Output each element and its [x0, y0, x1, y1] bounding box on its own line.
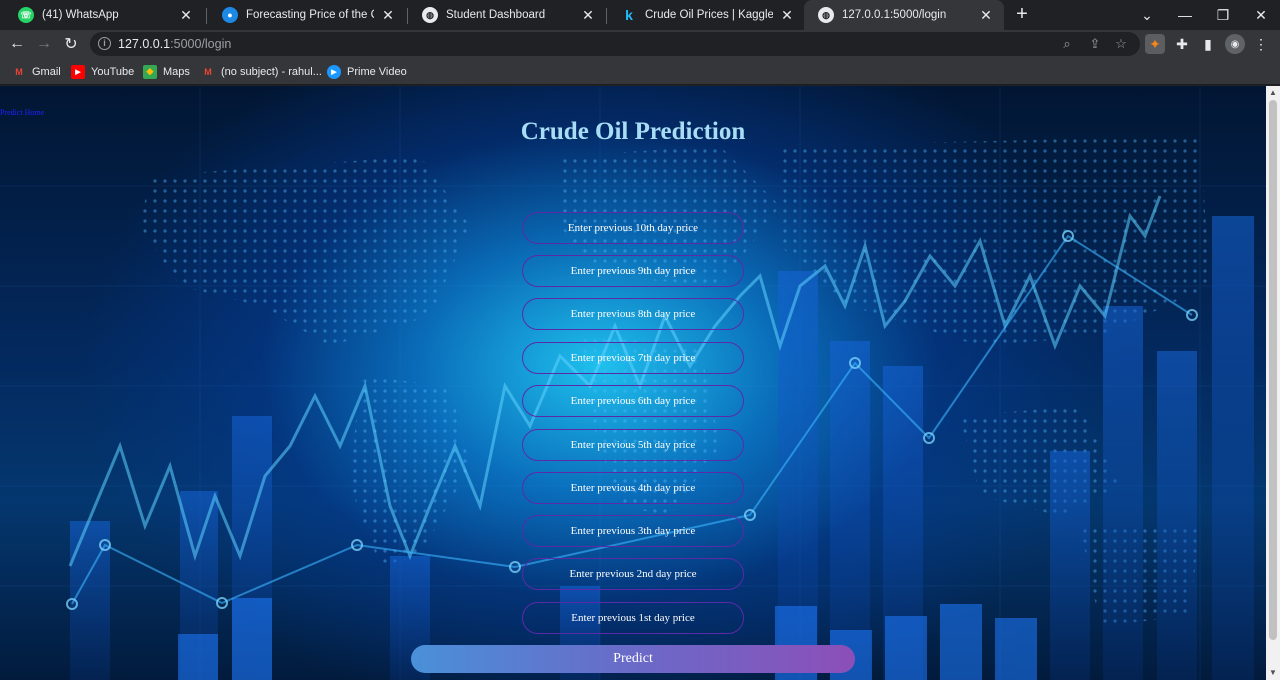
bookmark-prime-video[interactable]: ▶ Prime Video [327, 63, 407, 80]
tab-kaggle[interactable]: k Crude Oil Prices | Kaggle ✕ [607, 0, 805, 30]
new-tab-button[interactable]: + [1012, 4, 1032, 24]
tab-title: Forecasting Price of the Crude oi [246, 9, 374, 21]
tab-title: Crude Oil Prices | Kaggle [645, 9, 773, 21]
close-icon[interactable]: ✕ [380, 7, 396, 23]
price-field-2[interactable] [522, 558, 744, 590]
price-input-5[interactable] [523, 430, 743, 460]
price-input-1[interactable] [523, 603, 743, 633]
price-field-9[interactable] [522, 255, 744, 287]
globe-icon: ◍ [422, 7, 438, 23]
bookmark-maps[interactable]: ◆ Maps [143, 63, 190, 80]
price-input-9[interactable] [523, 256, 743, 286]
page-viewport: Predict Home Crude Oil Prediction Predic… [0, 86, 1266, 680]
star-icon[interactable]: ☆ [1112, 35, 1130, 53]
tab-student-dashboard[interactable]: ◍ Student Dashboard ✕ [408, 0, 606, 30]
avatar[interactable]: ◉ [1225, 34, 1245, 54]
page-title: Crude Oil Prediction [520, 118, 746, 145]
tab-title: (41) WhatsApp [42, 9, 119, 21]
price-input-7[interactable] [523, 343, 743, 373]
scroll-down-icon[interactable]: ▼ [1266, 666, 1280, 680]
nav-home-link[interactable]: Home [25, 108, 45, 117]
bookmarks-bar: M Gmail ▶ YouTube ◆ Maps M (no subject) … [0, 58, 1280, 85]
metamask-icon[interactable]: ✦ [1145, 34, 1165, 54]
tab-title: 127.0.0.1:5000/login [842, 9, 947, 21]
close-icon[interactable]: ✕ [978, 7, 994, 23]
bookmark-youtube[interactable]: ▶ YouTube [71, 63, 134, 80]
kaggle-icon: k [625, 7, 633, 23]
url-text[interactable]: 127.0.0.1:5000/login [118, 37, 231, 51]
info-icon[interactable]: i [98, 37, 111, 50]
forward-icon[interactable]: → [33, 33, 55, 55]
prime-video-icon: ▶ [327, 64, 341, 79]
price-input-6[interactable] [523, 386, 743, 416]
nav-predict-link[interactable]: Predict [0, 108, 23, 117]
tab-login[interactable]: ◍ 127.0.0.1:5000/login ✕ [804, 0, 1004, 30]
price-field-4[interactable] [522, 472, 744, 504]
price-input-4[interactable] [523, 473, 743, 503]
tab-forecasting[interactable]: ● Forecasting Price of the Crude oi ✕ [208, 0, 406, 30]
price-field-1[interactable] [522, 602, 744, 634]
globe-icon: ◍ [818, 7, 834, 23]
back-icon[interactable]: ← [6, 33, 28, 55]
minimize-button[interactable]: — [1166, 0, 1204, 30]
close-icon[interactable]: ✕ [580, 7, 596, 23]
price-input-3[interactable] [523, 516, 743, 546]
price-field-5[interactable] [522, 429, 744, 461]
page-scrollbar[interactable]: ▲ ▼ [1266, 86, 1280, 680]
price-field-7[interactable] [522, 342, 744, 374]
toolbar: ← → ↻ i 127.0.0.1:5000/login ⌕ ⇪ ☆ ✦ ✚ ▮… [0, 30, 1280, 58]
youtube-icon: ▶ [71, 64, 85, 79]
price-field-6[interactable] [522, 385, 744, 417]
bookmark-gmail[interactable]: M Gmail [12, 63, 60, 80]
price-input-10[interactable] [523, 213, 743, 243]
whatsapp-icon: ☏ [18, 7, 34, 23]
close-icon[interactable]: ✕ [178, 7, 194, 23]
side-panel-icon[interactable]: ▮ [1198, 34, 1218, 54]
bookmark-gmail-message[interactable]: M (no subject) - rahul... [201, 63, 322, 80]
share-icon[interactable]: ⇪ [1086, 35, 1104, 53]
scroll-up-icon[interactable]: ▲ [1266, 86, 1280, 100]
maps-icon: ◆ [143, 64, 157, 79]
gmail-icon: M [204, 66, 212, 77]
menu-icon[interactable]: ⋮ [1251, 34, 1271, 54]
stock-chart-background [0, 86, 1266, 680]
address-bar[interactable]: i 127.0.0.1:5000/login ⌕ ⇪ ☆ [90, 32, 1140, 56]
close-window-button[interactable]: ✕ [1242, 0, 1280, 30]
app-icon: ● [222, 7, 238, 23]
nav-links: Predict Home [0, 108, 44, 117]
tab-strip: ☏ (41) WhatsApp ✕ ● Forecasting Price of… [0, 0, 1280, 30]
price-field-10[interactable] [522, 212, 744, 244]
predict-button[interactable]: Predict [411, 645, 855, 673]
reload-icon[interactable]: ↻ [60, 33, 82, 55]
price-field-8[interactable] [522, 298, 744, 330]
close-icon[interactable]: ✕ [779, 7, 795, 23]
price-field-3[interactable] [522, 515, 744, 547]
extensions-icon[interactable]: ✚ [1172, 34, 1192, 54]
zoom-icon[interactable]: ⌕ [1058, 35, 1076, 53]
tab-title: Student Dashboard [446, 9, 546, 21]
price-input-2[interactable] [523, 559, 743, 589]
price-input-8[interactable] [523, 299, 743, 329]
tab-whatsapp[interactable]: ☏ (41) WhatsApp ✕ [4, 0, 204, 30]
tab-search-icon[interactable]: ⌄ [1128, 0, 1166, 30]
gmail-icon: M [15, 66, 23, 77]
scroll-thumb[interactable] [1269, 100, 1277, 640]
maximize-button[interactable]: ❐ [1204, 0, 1242, 30]
